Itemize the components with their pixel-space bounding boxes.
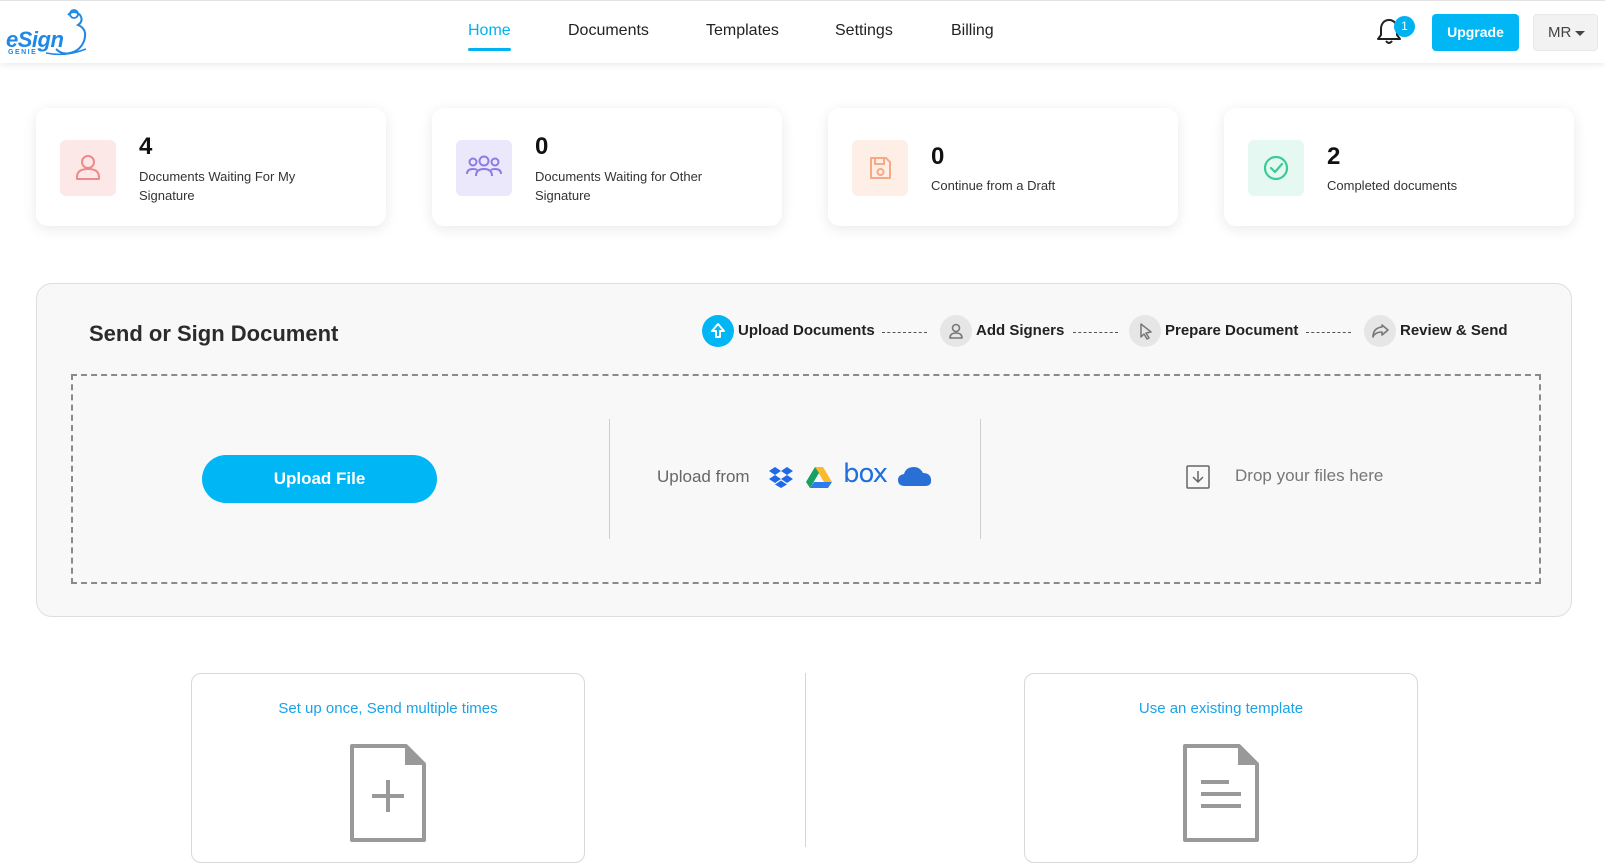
nav-documents[interactable]: Documents	[568, 22, 649, 40]
stat-count: 0	[931, 143, 945, 170]
stat-icon-box	[456, 140, 512, 196]
download-tray-icon	[1186, 465, 1210, 489]
share-icon	[1364, 315, 1396, 347]
divider	[980, 419, 981, 539]
divider	[609, 419, 610, 539]
dropbox-icon[interactable]	[769, 466, 793, 488]
stat-count: 2	[1327, 143, 1341, 170]
stat-icon-box	[1248, 140, 1304, 196]
stat-icon-box	[60, 140, 116, 196]
step-label: Review & Send	[1400, 322, 1508, 339]
nav-settings-label: Settings	[835, 22, 893, 39]
nav-templates[interactable]: Templates	[706, 22, 779, 40]
main-nav: Home Documents Templates Settings Billin…	[0, 1, 1605, 63]
step-connector	[882, 332, 927, 333]
step-label: Upload Documents	[738, 322, 875, 339]
user-icon	[940, 315, 972, 347]
stat-icon-box	[852, 140, 908, 196]
onedrive-icon[interactable]	[896, 464, 932, 488]
stat-label: Documents Waiting For My Signature	[139, 169, 296, 203]
file-drop-zone[interactable]: Upload File Upload from box Drop your fi…	[71, 374, 1541, 584]
save-icon	[870, 157, 891, 179]
stat-card-waiting-for-others[interactable]: 0 Documents Waiting for Other Signature	[432, 108, 782, 226]
user-menu-button[interactable]: MR	[1533, 14, 1598, 51]
stat-label: Documents Waiting for Other Signature	[535, 169, 703, 203]
card-title: Set up once, Send multiple times	[278, 700, 498, 717]
nav-billing[interactable]: Billing	[951, 22, 994, 40]
nav-templates-label: Templates	[706, 22, 779, 39]
nav-billing-label: Billing	[951, 22, 994, 39]
upload-file-button[interactable]: Upload File	[202, 455, 437, 503]
upgrade-button[interactable]: Upgrade	[1432, 14, 1519, 51]
new-document-plus-icon	[350, 744, 426, 842]
document-lines-icon	[1183, 744, 1259, 842]
active-nav-indicator	[468, 48, 511, 51]
cursor-icon	[1129, 315, 1161, 347]
google-drive-icon[interactable]	[806, 466, 832, 488]
stat-count: 4	[139, 133, 153, 160]
divider	[805, 673, 806, 847]
box-icon[interactable]: box	[843, 459, 888, 489]
create-template-card[interactable]: Set up once, Send multiple times	[191, 673, 585, 863]
stat-card-completed[interactable]: 2 Completed documents	[1224, 108, 1574, 226]
nav-home-label: Home	[468, 22, 511, 39]
step-connector	[1073, 332, 1118, 333]
upload-arrow-icon	[702, 315, 734, 347]
user-icon	[76, 155, 100, 180]
nav-home[interactable]: Home	[468, 22, 511, 51]
stat-card-drafts[interactable]: 0 Continue from a Draft	[828, 108, 1178, 226]
user-initials: MR	[1548, 24, 1572, 41]
step-label: Add Signers	[976, 322, 1065, 339]
caret-down-icon	[1575, 30, 1586, 36]
stat-label: Continue from a Draft	[931, 178, 1056, 193]
stat-count: 0	[535, 133, 549, 160]
notification-badge: 1	[1394, 16, 1415, 37]
nav-documents-label: Documents	[568, 22, 649, 39]
step-connector	[1306, 332, 1351, 333]
upload-from-label: Upload from	[657, 467, 750, 486]
stat-label: Completed documents	[1327, 178, 1458, 193]
panel-title: Send or Sign Document	[89, 321, 339, 346]
nav-settings[interactable]: Settings	[835, 22, 893, 40]
use-template-card[interactable]: Use an existing template	[1024, 673, 1418, 863]
send-sign-panel: Send or Sign Document Upload Documents A…	[36, 283, 1572, 617]
step-label: Prepare Document	[1165, 322, 1299, 339]
stat-card-waiting-for-me[interactable]: 4 Documents Waiting For My Signature	[36, 108, 386, 226]
card-title: Use an existing template	[1138, 700, 1304, 717]
check-circle-icon	[1263, 155, 1289, 181]
users-icon	[466, 155, 502, 177]
top-header: eSign GENIE Home Documents Templates Set…	[0, 0, 1605, 63]
drop-files-text: Drop your files here	[1235, 466, 1384, 485]
